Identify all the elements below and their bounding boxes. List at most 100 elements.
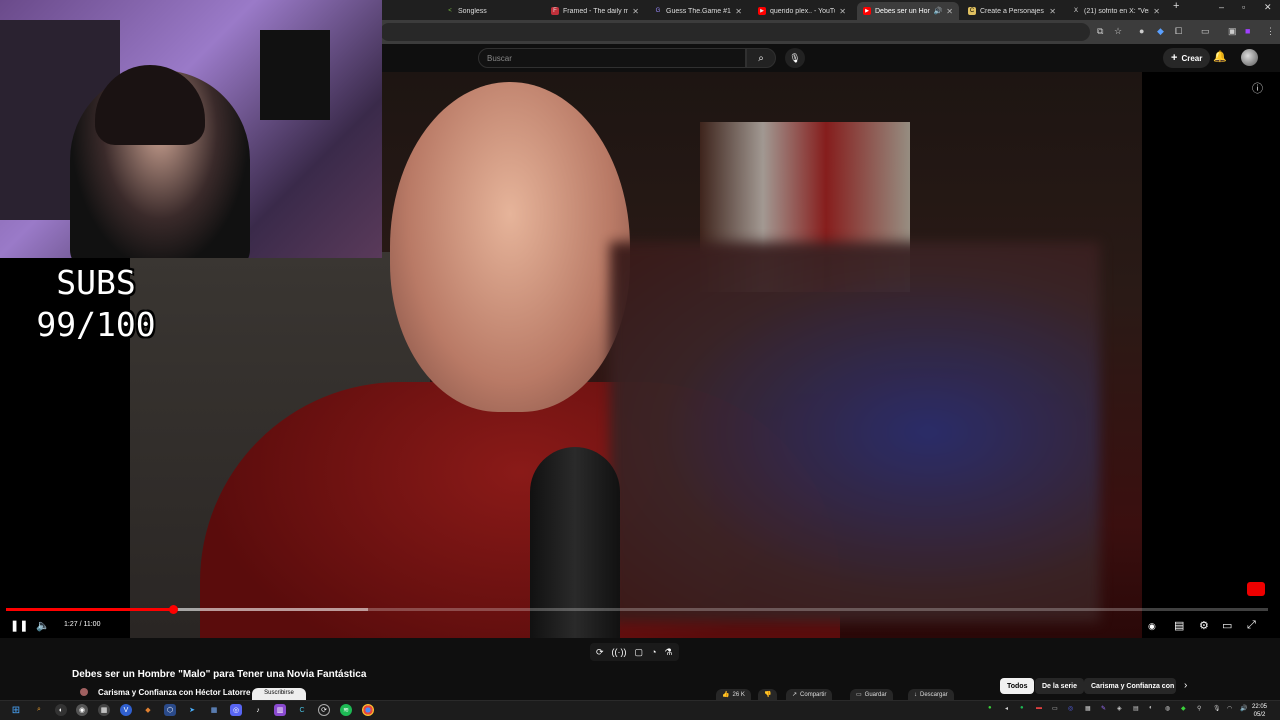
- tray-app-icon[interactable]: ▦: [1085, 705, 1091, 712]
- share-button[interactable]: ↗ Compartir: [786, 689, 833, 700]
- info-icon[interactable]: ⓘ: [1252, 80, 1263, 96]
- channel-avatar[interactable]: [80, 688, 88, 696]
- tab-guess-the-game[interactable]: G Guess The.Game #1361 ✕: [648, 2, 748, 20]
- chrome-icon[interactable]: [362, 704, 374, 716]
- tray-app-icon[interactable]: ✎: [1101, 705, 1106, 712]
- scrubber-handle[interactable]: [168, 605, 178, 614]
- audio-playing-icon[interactable]: 🔊: [934, 7, 943, 15]
- autoplay-icon[interactable]: ◉: [1148, 621, 1156, 632]
- screenshot-icon[interactable]: ▢: [635, 647, 644, 658]
- extension-icon[interactable]: ◆: [1157, 26, 1164, 37]
- tray-discord-icon[interactable]: ◎: [1068, 705, 1073, 712]
- bell-icon[interactable]: 🔔: [1213, 50, 1227, 63]
- chip-series[interactable]: De la serie: [1035, 678, 1085, 694]
- avatar[interactable]: [1241, 49, 1258, 66]
- tab-debes-ser-un-hombre[interactable]: ▶ Debes ser un Hombre 🔊 ✕: [857, 2, 959, 20]
- address-bar[interactable]: [380, 23, 1090, 41]
- windows-start-icon[interactable]: ⊞: [10, 704, 22, 716]
- tray-app-icon[interactable]: ▤: [1133, 705, 1139, 712]
- tray-app-icon[interactable]: ◍: [1165, 705, 1170, 712]
- channel-name[interactable]: Carisma y Confianza con Héctor Latorre: [98, 688, 250, 697]
- app-icon[interactable]: ◐: [55, 704, 67, 716]
- speaker-icon[interactable]: 🔊: [1240, 705, 1247, 712]
- app-icon[interactable]: ▥: [274, 704, 286, 716]
- tab-youtube-querido[interactable]: ▶ querido plex.. - YouTube ✕: [752, 2, 852, 20]
- app-icon[interactable]: ⟳: [318, 704, 330, 716]
- extension-icon[interactable]: ●: [1139, 26, 1144, 36]
- app-icon[interactable]: ▦: [208, 704, 220, 716]
- app-icon[interactable]: ◉: [76, 704, 88, 716]
- side-panel-icon[interactable]: ▭: [1201, 26, 1210, 37]
- subtitles-icon[interactable]: ▤: [1174, 619, 1184, 632]
- tray-app-icon[interactable]: ◈: [1117, 705, 1122, 712]
- tray-app-icon[interactable]: ⚲: [1197, 705, 1201, 712]
- extensions-puzzle-icon[interactable]: ⧠: [1175, 26, 1182, 37]
- close-tab-icon[interactable]: ✕: [1049, 7, 1056, 16]
- install-app-icon[interactable]: ⧉: [1097, 26, 1103, 37]
- download-button[interactable]: ↓ Descargar: [908, 689, 954, 700]
- close-window-button[interactable]: ✕: [1264, 2, 1272, 13]
- like-count: 26 K: [732, 691, 745, 698]
- app-icon[interactable]: ⬡: [164, 704, 176, 716]
- tray-spotify-icon[interactable]: ●: [1020, 705, 1024, 711]
- speed-icon[interactable]: ◔: [651, 647, 656, 657]
- search-button[interactable]: ⌕: [746, 48, 776, 68]
- streamer-webcam: [0, 0, 382, 258]
- settings-icon[interactable]: ⚙: [1199, 619, 1209, 632]
- cast-icon[interactable]: ((·)): [612, 647, 627, 657]
- tray-app-icon[interactable]: ◂: [1005, 705, 1008, 712]
- app-icon[interactable]: ◆: [142, 704, 154, 716]
- chevron-right-icon[interactable]: ›: [1184, 680, 1187, 691]
- extension-icon[interactable]: ■: [1245, 26, 1250, 36]
- app-icon[interactable]: ➤: [186, 704, 198, 716]
- tiktok-icon[interactable]: ♪: [252, 704, 264, 716]
- chip-all[interactable]: Todos: [1000, 678, 1035, 694]
- progress-bar[interactable]: [6, 605, 1268, 614]
- fullscreen-icon[interactable]: ⤢: [1247, 619, 1256, 632]
- spotify-icon[interactable]: ≋: [340, 704, 352, 716]
- volume-icon[interactable]: 🔈: [36, 619, 50, 632]
- tab-x-sofrito[interactable]: X (21) sofrito en X: "Ver a un ✕: [1066, 2, 1166, 20]
- voice-search-button[interactable]: 🎙: [785, 48, 805, 68]
- create-button[interactable]: + Crear: [1163, 48, 1211, 68]
- tray-mic-icon[interactable]: 🎙: [1213, 705, 1221, 712]
- discord-icon[interactable]: ◎: [230, 704, 242, 716]
- profile-icon[interactable]: ▣: [1228, 26, 1237, 37]
- close-tab-icon[interactable]: ✕: [632, 7, 639, 16]
- dislike-button[interactable]: 👎: [758, 689, 778, 700]
- tray-app-icon[interactable]: ◐: [1149, 705, 1153, 711]
- subscribe-button[interactable]: Suscribirse: [252, 688, 306, 700]
- pause-icon[interactable]: ❚❚: [10, 619, 28, 632]
- chip-channel[interactable]: Carisma y Confianza con H: [1084, 678, 1176, 694]
- search-icon[interactable]: ⌕: [33, 704, 45, 716]
- system-clock[interactable]: 22:05 05/2: [1252, 703, 1267, 719]
- close-tab-icon[interactable]: ✕: [946, 7, 953, 16]
- maximize-button[interactable]: ▫: [1242, 2, 1245, 12]
- close-tab-icon[interactable]: ✕: [839, 7, 846, 16]
- bookmark-star-icon[interactable]: ☆: [1114, 26, 1122, 37]
- loop-icon[interactable]: ⟳: [596, 647, 604, 658]
- channel-watermark-icon[interactable]: [1247, 582, 1265, 596]
- tray-app-icon[interactable]: ●: [988, 705, 992, 711]
- close-tab-icon[interactable]: ✕: [735, 7, 742, 16]
- tray-app-icon[interactable]: ◆: [1181, 705, 1186, 712]
- search-input[interactable]: Buscar: [478, 48, 746, 68]
- app-icon[interactable]: C: [296, 704, 308, 716]
- wifi-icon[interactable]: ◠: [1227, 705, 1232, 712]
- tab-songless[interactable]: < Songless: [440, 2, 544, 20]
- app-icon[interactable]: V: [120, 704, 132, 716]
- tray-app-icon[interactable]: ▬: [1036, 705, 1042, 711]
- miniplayer-icon[interactable]: ▭: [1222, 619, 1232, 632]
- flask-icon[interactable]: ⚗: [665, 647, 673, 658]
- guess-the-game-favicon-icon: G: [655, 8, 661, 14]
- save-button[interactable]: ▭ Guardar: [850, 689, 893, 700]
- like-button[interactable]: 👍 26 K: [716, 689, 751, 700]
- tray-app-icon[interactable]: ▭: [1052, 705, 1058, 712]
- new-tab-button[interactable]: +: [1173, 0, 1179, 12]
- minimize-button[interactable]: –: [1219, 2, 1224, 12]
- tab-framed[interactable]: F Framed - The daily movie ✕: [545, 2, 645, 20]
- menu-icon[interactable]: ⋮: [1266, 26, 1275, 37]
- app-icon[interactable]: ▦: [98, 704, 110, 716]
- tab-create-personajes[interactable]: C Create a Personajes Orsk ✕: [962, 2, 1062, 20]
- close-tab-icon[interactable]: ✕: [1153, 7, 1160, 16]
